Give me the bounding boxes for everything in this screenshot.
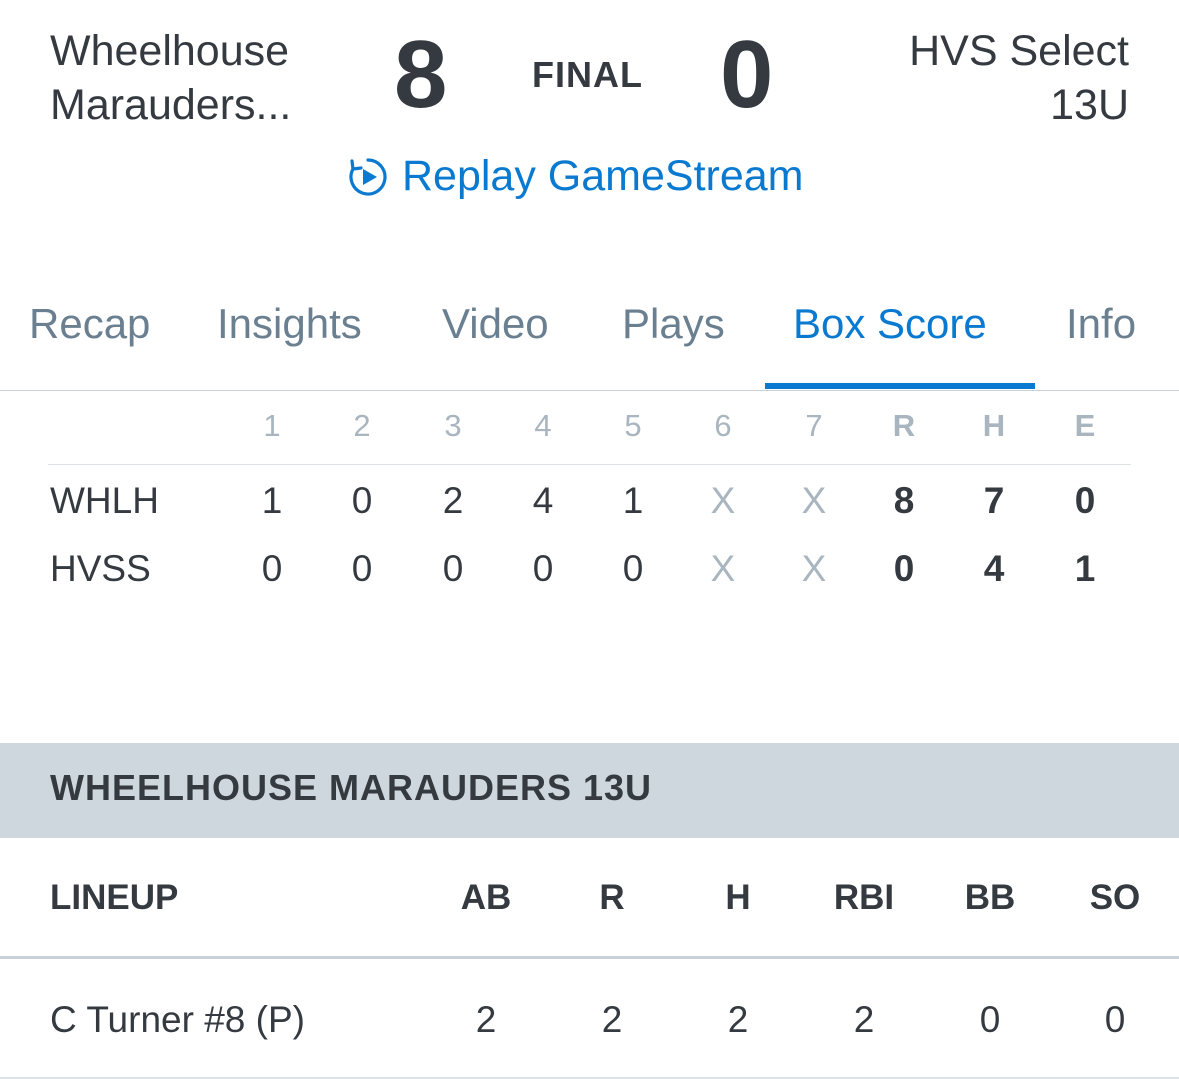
team-section-title: WHEELHOUSE MARAUDERS 13U	[50, 767, 653, 808]
inning-header: 1	[263, 408, 281, 443]
inning-score: X	[710, 548, 736, 589]
stat-so: 0	[1104, 999, 1126, 1040]
column-header-rbi: RBI	[833, 878, 895, 917]
inning-score: 0	[622, 548, 644, 589]
active-tab-indicator	[765, 383, 1035, 389]
inning-score: 4	[532, 480, 554, 521]
column-header-ab: AB	[460, 878, 512, 917]
column-header-h: H	[725, 878, 751, 917]
inning-score: 0	[351, 480, 373, 521]
tab-box-score[interactable]: Box Score	[793, 300, 987, 348]
stat-ab: 2	[475, 999, 497, 1040]
home-team-name[interactable]: HVS Select 13U	[909, 24, 1129, 132]
hits-header: H	[982, 408, 1006, 443]
home-score: 0	[720, 21, 774, 128]
runs-total: 0	[893, 548, 915, 589]
inning-score: X	[801, 548, 827, 589]
errors-total: 0	[1074, 480, 1096, 521]
linescore-team: WHLH	[50, 480, 159, 521]
lineup-label: LINEUP	[50, 878, 179, 917]
inning-score: 1	[261, 480, 283, 521]
linescore-team: HVSS	[50, 548, 151, 589]
team-section-header: WHEELHOUSE MARAUDERS 13U	[0, 743, 1179, 838]
away-team-name[interactable]: Wheelhouse Marauders...	[50, 24, 291, 132]
inning-header: 5	[624, 408, 642, 443]
inning-score: 0	[351, 548, 373, 589]
home-team-name-line2: 13U	[1050, 81, 1129, 129]
tab-info[interactable]: Info	[1066, 300, 1136, 348]
inning-header: 4	[534, 408, 552, 443]
errors-total: 1	[1074, 548, 1096, 589]
lineup-header: LINEUP AB R H RBI BB SO	[0, 838, 1179, 959]
lineup-row[interactable]: C Turner #8 (P) 2 2 2 2 0 0	[0, 959, 1179, 1079]
hits-total: 4	[983, 548, 1005, 589]
replay-gamestream-button[interactable]: Replay GameStream	[346, 152, 804, 201]
inning-score: 2	[442, 480, 464, 521]
hits-total: 7	[983, 480, 1005, 521]
tab-video[interactable]: Video	[442, 300, 549, 348]
runs-header: R	[892, 408, 916, 443]
stat-rbi: 2	[853, 999, 875, 1040]
replay-gamestream-label: Replay GameStream	[402, 152, 804, 200]
tab-insights[interactable]: Insights	[217, 300, 362, 348]
away-score: 8	[394, 21, 448, 128]
tab-plays[interactable]: Plays	[622, 300, 725, 348]
inning-score: X	[801, 480, 827, 521]
inning-header: 3	[444, 408, 462, 443]
tab-bar: Recap Insights Video Plays Box Score Inf…	[0, 286, 1179, 391]
inning-score: 0	[442, 548, 464, 589]
stat-r: 2	[601, 999, 623, 1040]
replay-icon	[346, 155, 390, 199]
inning-header: 2	[353, 408, 371, 443]
column-header-so: SO	[1089, 878, 1141, 917]
home-team-name-line1: HVS Select	[909, 27, 1129, 75]
column-header-bb: BB	[964, 878, 1016, 917]
away-team-name-line1: Wheelhouse	[50, 27, 290, 75]
errors-header: E	[1074, 408, 1096, 443]
stat-h: 2	[727, 999, 749, 1040]
linescore-divider	[48, 464, 1131, 465]
inning-score: X	[710, 480, 736, 521]
inning-score: 1	[622, 480, 644, 521]
inning-header: 6	[714, 408, 732, 443]
away-team-name-line2: Marauders...	[50, 81, 292, 129]
tab-recap[interactable]: Recap	[29, 300, 150, 348]
column-header-r: R	[599, 878, 625, 917]
inning-header: 7	[805, 408, 823, 443]
stat-bb: 0	[979, 999, 1001, 1040]
player-name[interactable]: C Turner #8 (P)	[50, 999, 305, 1041]
inning-score: 0	[261, 548, 283, 589]
runs-total: 8	[893, 480, 915, 521]
game-status: FINAL	[532, 54, 643, 95]
inning-score: 0	[532, 548, 554, 589]
